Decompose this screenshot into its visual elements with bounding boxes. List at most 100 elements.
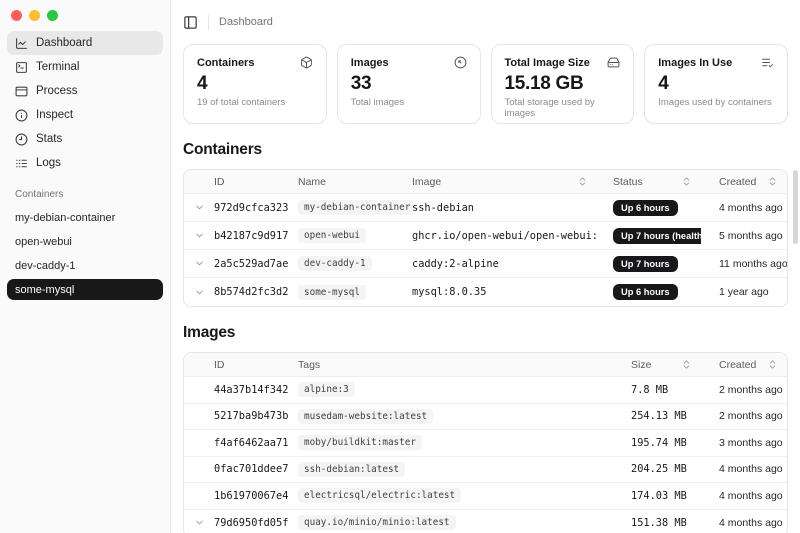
- status-badge: Up 7 hours: [613, 256, 678, 272]
- chevron-down-icon: [184, 490, 214, 501]
- status-badge: Up 7 hours (healthy): [613, 228, 701, 244]
- container-status-cell: Up 7 hours: [597, 256, 701, 272]
- card-subtitle: Images used by containers: [658, 97, 774, 108]
- terminal-icon: [15, 61, 28, 74]
- zoom-window-button[interactable]: [47, 10, 58, 21]
- package-icon: [300, 56, 313, 69]
- image-id: 5217ba9b473b: [214, 410, 298, 422]
- sidebar-item-label: Terminal: [36, 61, 79, 73]
- container-status-cell: Up 6 hours: [597, 200, 701, 216]
- sidebar-container-item[interactable]: some-mysql: [7, 279, 163, 300]
- containers-table: ID Name Image Status Created 972d9cfca32…: [183, 169, 788, 307]
- container-name-badge: open-webui: [298, 228, 366, 243]
- col-header-id: ID: [214, 359, 298, 371]
- sort-icon[interactable]: [577, 176, 588, 187]
- col-header-status[interactable]: Status: [597, 176, 701, 188]
- image-row[interactable]: 79d6950fd05fquay.io/minio/minio:latest15…: [184, 510, 787, 533]
- image-tag-cell: electricsql/electric:latest: [298, 488, 615, 503]
- sidebar-item-terminal[interactable]: Terminal: [7, 55, 163, 79]
- image-created: 2 months ago: [701, 384, 787, 396]
- image-size: 204.25 MB: [615, 463, 701, 475]
- window-controls: [7, 8, 163, 31]
- sort-icon[interactable]: [767, 176, 778, 187]
- images-section-title: Images: [183, 324, 788, 342]
- sidebar-container-item[interactable]: dev-caddy-1: [7, 254, 163, 278]
- image-tag-badge: ssh-debian:latest: [298, 462, 405, 477]
- sidebar-item-logs[interactable]: Logs: [7, 151, 163, 175]
- image-tag-cell: musedam-website:latest: [298, 409, 615, 424]
- scrollbar-thumb[interactable]: [793, 170, 798, 244]
- image-tag-cell: quay.io/minio/minio:latest: [298, 515, 615, 530]
- image-tag-badge: alpine:3: [298, 382, 355, 397]
- chevron-down-icon[interactable]: [184, 202, 214, 213]
- container-id: 2a5c529ad7ae: [214, 258, 298, 270]
- minimize-window-button[interactable]: [29, 10, 40, 21]
- app-window: Dashboard Terminal Process Inspect Stats…: [0, 0, 800, 533]
- hard-drive-icon: [607, 56, 620, 69]
- image-created: 4 months ago: [701, 517, 787, 529]
- container-row[interactable]: 972d9cfca323my-debian-containerssh-debia…: [184, 194, 787, 222]
- container-row[interactable]: b42187c9d917open-webuighcr.io/open-webui…: [184, 222, 787, 250]
- panel-left-toggle-icon[interactable]: [183, 15, 198, 30]
- close-window-button[interactable]: [11, 10, 22, 21]
- image-size: 195.74 MB: [615, 437, 701, 449]
- container-name-cell: my-debian-container: [298, 200, 412, 215]
- image-tag-badge: quay.io/minio/minio:latest: [298, 515, 456, 530]
- containers-table-header: ID Name Image Status Created: [184, 170, 787, 194]
- images-table: ID Tags Size Created 44a37b14f342alpine:…: [183, 352, 788, 533]
- containers-section-title: Containers: [183, 141, 788, 159]
- container-row[interactable]: 8b574d2fc3d2some-mysqlmysql:8.0.35Up 6 h…: [184, 278, 787, 306]
- sort-icon[interactable]: [767, 359, 778, 370]
- chevron-down-icon[interactable]: [184, 230, 214, 241]
- chevron-down-icon[interactable]: [184, 517, 214, 528]
- sidebar-item-process[interactable]: Process: [7, 79, 163, 103]
- image-tag-cell: ssh-debian:latest: [298, 462, 615, 477]
- images-table-header: ID Tags Size Created: [184, 353, 787, 377]
- card-title: Images In Use: [658, 57, 732, 69]
- col-header-created[interactable]: Created: [701, 176, 787, 188]
- disc-icon: [454, 56, 467, 69]
- sidebar-item-inspect[interactable]: Inspect: [7, 103, 163, 127]
- col-header-size[interactable]: Size: [615, 359, 701, 371]
- sidebar-item-dashboard[interactable]: Dashboard: [7, 31, 163, 55]
- sidebar-container-item[interactable]: my-debian-container: [7, 206, 163, 230]
- image-row[interactable]: f4af6462aa71moby/buildkit:master195.74 M…: [184, 430, 787, 457]
- container-created: 11 months ago: [701, 258, 787, 270]
- chevron-down-icon[interactable]: [184, 287, 214, 298]
- container-row[interactable]: 2a5c529ad7aedev-caddy-1caddy:2-alpineUp …: [184, 250, 787, 278]
- container-image: mysql:8.0.35: [412, 286, 597, 298]
- chart-line-icon: [15, 37, 28, 50]
- image-size: 151.38 MB: [615, 517, 701, 529]
- card-value: 33: [351, 73, 467, 95]
- container-created: 1 year ago: [701, 286, 787, 298]
- container-id: b42187c9d917: [214, 230, 298, 242]
- image-row[interactable]: 5217ba9b473bmusedam-website:latest254.13…: [184, 404, 787, 431]
- image-created: 2 months ago: [701, 410, 787, 422]
- image-created: 4 months ago: [701, 463, 787, 475]
- image-id: 0fac701ddee7: [214, 463, 298, 475]
- sidebar-item-stats[interactable]: Stats: [7, 127, 163, 151]
- app-window-icon: [15, 85, 28, 98]
- stat-card-containers: Containers 4 19 of total containers: [183, 44, 327, 124]
- sort-icon[interactable]: [681, 176, 692, 187]
- sidebar-item-label: Inspect: [36, 109, 73, 121]
- sort-icon[interactable]: [681, 359, 692, 370]
- container-name-badge: my-debian-container: [298, 200, 412, 215]
- image-row[interactable]: 44a37b14f342alpine:37.8 MB2 months ago: [184, 377, 787, 404]
- col-header-image[interactable]: Image: [412, 176, 597, 188]
- sidebar-item-label: Dashboard: [36, 37, 92, 49]
- clock-icon: [15, 133, 28, 146]
- col-header-tags: Tags: [298, 359, 615, 371]
- sidebar-item-label: Process: [36, 85, 78, 97]
- col-header-created[interactable]: Created: [701, 359, 787, 371]
- sidebar-container-item[interactable]: open-webui: [7, 230, 163, 254]
- image-size: 174.03 MB: [615, 490, 701, 502]
- image-row[interactable]: 0fac701ddee7ssh-debian:latest 204.25 MB4 …: [184, 457, 787, 484]
- chevron-down-icon[interactable]: [184, 258, 214, 269]
- stat-cards: Containers 4 19 of total containers Imag…: [183, 44, 788, 124]
- card-value: 4: [658, 73, 774, 95]
- list-check-icon: [761, 56, 774, 69]
- image-id: 44a37b14f342: [214, 384, 298, 396]
- sidebar-item-label: Stats: [36, 133, 62, 145]
- image-row[interactable]: 1b61970067e4electricsql/electric:latest1…: [184, 483, 787, 510]
